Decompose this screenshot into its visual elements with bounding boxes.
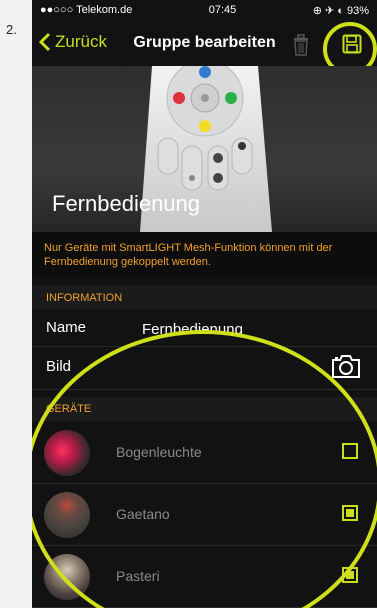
clock: 07:45 — [208, 4, 237, 16]
name-row[interactable]: Name Fernbedienung — [32, 310, 377, 347]
navigation-bar: Zurück Gruppe bearbeiten — [32, 22, 377, 66]
floppy-disk-icon[interactable] — [342, 34, 362, 54]
remote-title: Fernbedienung — [52, 191, 201, 216]
status-indicators: ⊕ ✈ ◐ 93% — [312, 4, 369, 17]
image-label: Bild — [46, 358, 72, 375]
device-checkbox[interactable] — [342, 505, 358, 521]
device-row-bogenleuchte[interactable]: Bogenleuchte — [32, 423, 377, 484]
section-header-information: INFORMATION — [32, 286, 377, 310]
chevron-left-icon — [38, 32, 51, 52]
device-thumbnail — [44, 554, 90, 600]
device-name: Bogenleuchte — [116, 444, 202, 460]
name-field[interactable]: Fernbedienung — [142, 321, 243, 338]
status-bar: ●●○○○ Telekom.de 07:45 ⊕ ✈ ◐ 93% — [32, 0, 377, 20]
name-label: Name — [46, 319, 87, 336]
compatibility-notice: Nur Geräte mit SmartLIGHT Mesh-Funktion … — [32, 232, 377, 276]
remote-control-image: Fernbedienung — [32, 66, 377, 232]
device-thumbnail — [44, 430, 90, 476]
image-row[interactable]: Bild — [32, 347, 377, 390]
device-row-gaetano[interactable]: Gaetano — [32, 485, 377, 546]
device-thumbnail — [44, 492, 90, 538]
camera-icon[interactable] — [330, 353, 362, 379]
step-label: 2. — [6, 22, 17, 37]
device-name: Gaetano — [116, 506, 170, 522]
device-checkbox[interactable] — [342, 567, 358, 583]
trash-icon[interactable] — [292, 34, 310, 56]
carrier-label: ●●○○○ Telekom.de — [40, 4, 133, 16]
device-row-pasteri[interactable]: Pasteri — [32, 547, 377, 608]
section-header-devices: GERÄTE — [32, 397, 377, 421]
back-label: Zurück — [55, 32, 107, 51]
phone-screen: ●●○○○ Telekom.de 07:45 ⊕ ✈ ◐ 93% Zurück … — [32, 0, 377, 608]
device-name: Pasteri — [116, 568, 160, 584]
back-button[interactable]: Zurück — [38, 32, 107, 52]
device-checkbox[interactable] — [342, 443, 358, 459]
